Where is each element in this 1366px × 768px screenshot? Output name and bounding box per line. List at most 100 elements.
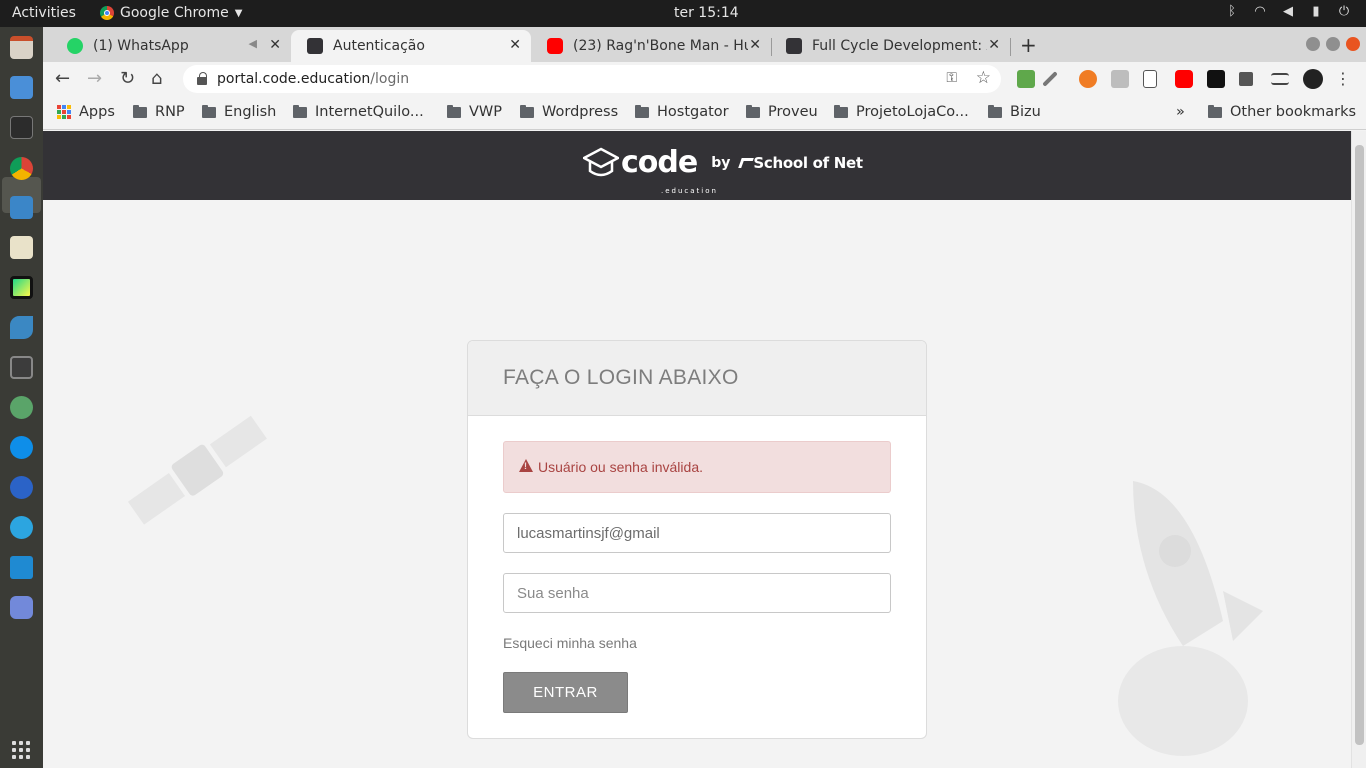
- mysql-workbench-icon[interactable]: [10, 316, 33, 339]
- forgot-password-link[interactable]: Esqueci minha senha: [503, 635, 637, 651]
- bookmark-folder-projetolojaco[interactable]: ProjetoLojaCo...: [834, 104, 969, 120]
- login-submit-button[interactable]: ENTRAR: [503, 672, 628, 713]
- password-field[interactable]: [503, 573, 891, 613]
- pycharm-icon[interactable]: [10, 276, 33, 299]
- battery-icon[interactable]: ▮: [1308, 4, 1324, 20]
- tab-autenticacao[interactable]: Autenticação ✕: [291, 30, 531, 62]
- url-host: portal.code.education: [217, 71, 371, 87]
- page-content: code .education by School of Net FAÇA O …: [43, 131, 1351, 768]
- site-header: code .education by School of Net: [43, 131, 1351, 200]
- bluetooth-icon[interactable]: ᛒ: [1224, 4, 1240, 20]
- app-menu[interactable]: Google Chrome ▼: [100, 5, 242, 21]
- document-viewer-icon[interactable]: [10, 76, 33, 99]
- eyedropper-icon[interactable]: [1042, 71, 1058, 87]
- extension-orange-icon[interactable]: [1079, 70, 1097, 88]
- tab-title: Autenticação: [333, 38, 425, 54]
- tab-youtube[interactable]: (23) Rag'n'Bone Man - Hu ✕: [531, 30, 772, 62]
- volume-icon[interactable]: ◀: [1280, 4, 1296, 20]
- reading-list-icon[interactable]: [1271, 73, 1289, 85]
- login-title: FAÇA O LOGIN ABAIXO: [503, 366, 739, 389]
- bluetooth-manager-icon[interactable]: [10, 476, 33, 499]
- bookmarks-overflow-button[interactable]: »: [1176, 104, 1185, 120]
- site-logo[interactable]: code .education by School of Net: [583, 145, 863, 195]
- text-editor-icon[interactable]: [10, 236, 33, 259]
- telegram-icon[interactable]: [10, 516, 33, 539]
- email-field[interactable]: [503, 513, 891, 553]
- bookmark-apps[interactable]: Apps: [57, 104, 115, 120]
- logo-by: by: [711, 155, 731, 171]
- bookmark-folder-rnp[interactable]: RNP: [133, 104, 185, 120]
- activities-button[interactable]: Activities: [12, 5, 76, 21]
- bookmark-folder-wordpress[interactable]: Wordpress: [520, 104, 618, 120]
- home-button[interactable]: ⌂: [151, 68, 162, 89]
- extension-grey-icon[interactable]: [1111, 70, 1129, 88]
- bookmark-folder-hostgator[interactable]: Hostgator: [635, 104, 729, 120]
- bookmark-folder-english[interactable]: English: [202, 104, 276, 120]
- clock[interactable]: ter 15:14: [674, 5, 739, 21]
- address-bar[interactable]: portal.code.education/login ⚿ ☆: [183, 65, 1001, 93]
- key-icon[interactable]: ⚿: [946, 70, 957, 86]
- extension-youtube-icon[interactable]: [1175, 70, 1193, 88]
- vscode-icon[interactable]: [10, 556, 33, 579]
- close-tab-icon[interactable]: ✕: [509, 37, 521, 53]
- close-window-button[interactable]: [1346, 37, 1360, 51]
- youtube-icon: [547, 38, 563, 54]
- discord-icon[interactable]: [10, 596, 33, 619]
- bookmark-folder-internetquilo[interactable]: InternetQuilo...: [293, 104, 424, 120]
- error-alert: Usuário ou senha inválida.: [503, 441, 891, 493]
- minimize-window-button[interactable]: [1306, 37, 1320, 51]
- back-button[interactable]: ←: [55, 68, 70, 89]
- bookmark-folder-proveu[interactable]: Proveu: [746, 104, 818, 120]
- folder-icon: [447, 104, 461, 118]
- bookmark-folder-vwp[interactable]: VWP: [447, 104, 502, 120]
- tab-strip: (1) WhatsApp ◀ ✕ Autenticação ✕ (23) Rag…: [43, 27, 1366, 62]
- forward-button[interactable]: →: [87, 68, 102, 89]
- menu-kebab-icon[interactable]: ⋮: [1335, 69, 1351, 88]
- bookmark-label: Wordpress: [542, 104, 619, 120]
- browser-app-icon[interactable]: [10, 396, 33, 419]
- bookmark-star-icon[interactable]: ☆: [976, 68, 991, 88]
- show-applications-icon[interactable]: [12, 741, 30, 759]
- system-tray[interactable]: ᛒ ◠ ◀ ▮ ⏻: [1224, 4, 1352, 20]
- bookmarks-bar: Apps RNP English InternetQuilo... VWP Wo…: [43, 96, 1366, 130]
- dock: [0, 27, 43, 768]
- maximize-window-button[interactable]: [1326, 37, 1340, 51]
- chrome-dock-icon[interactable]: [10, 157, 33, 180]
- muted-speaker-icon[interactable]: ◀: [249, 37, 257, 50]
- bookmark-other[interactable]: Other bookmarks: [1208, 104, 1356, 120]
- bookmark-folder-bizu[interactable]: Bizu: [988, 104, 1041, 120]
- power-icon[interactable]: ⏻: [1336, 4, 1352, 20]
- profile-avatar[interactable]: [1303, 69, 1323, 89]
- terminal-icon[interactable]: [10, 116, 33, 139]
- close-tab-icon[interactable]: ✕: [988, 37, 1000, 53]
- new-tab-button[interactable]: +: [1020, 33, 1037, 57]
- folder-icon: [834, 104, 848, 118]
- reload-button[interactable]: ↻: [120, 68, 135, 89]
- wifi-icon[interactable]: ◠: [1252, 4, 1268, 20]
- close-tab-icon[interactable]: ✕: [269, 37, 281, 53]
- scrollbar-thumb[interactable]: [1355, 145, 1364, 745]
- logo-code: code: [621, 145, 698, 180]
- bookmark-label: ProjetoLojaCo...: [856, 104, 969, 120]
- url-text[interactable]: portal.code.education/login: [217, 71, 409, 87]
- bookmark-label: Proveu: [768, 104, 818, 120]
- tab-whatsapp[interactable]: (1) WhatsApp ◀ ✕: [51, 30, 291, 62]
- folder-icon: [1208, 104, 1222, 118]
- lock-icon[interactable]: [197, 72, 207, 85]
- extensions-puzzle-icon[interactable]: [1239, 72, 1253, 86]
- system-monitor-icon[interactable]: [10, 196, 33, 219]
- browser-toolbar: ← → ↻ ⌂ portal.code.education/login ⚿ ☆ …: [43, 62, 1366, 96]
- tab-full-cycle[interactable]: Full Cycle Development: A ✕: [770, 30, 1011, 62]
- teamviewer-icon[interactable]: [10, 436, 33, 459]
- folder-icon: [202, 104, 216, 118]
- login-card: FAÇA O LOGIN ABAIXO Usuário ou senha inv…: [467, 340, 927, 739]
- extension-doc-icon[interactable]: [1143, 70, 1157, 88]
- tab-title: (1) WhatsApp: [93, 38, 189, 54]
- tab-separator: [1010, 38, 1011, 56]
- page-scrollbar[interactable]: [1351, 131, 1366, 768]
- extension-black-icon[interactable]: [1207, 70, 1225, 88]
- extension-download-icon[interactable]: [1017, 70, 1035, 88]
- close-tab-icon[interactable]: ✕: [749, 37, 761, 53]
- calculator-icon[interactable]: [10, 356, 33, 379]
- files-icon[interactable]: [10, 36, 33, 59]
